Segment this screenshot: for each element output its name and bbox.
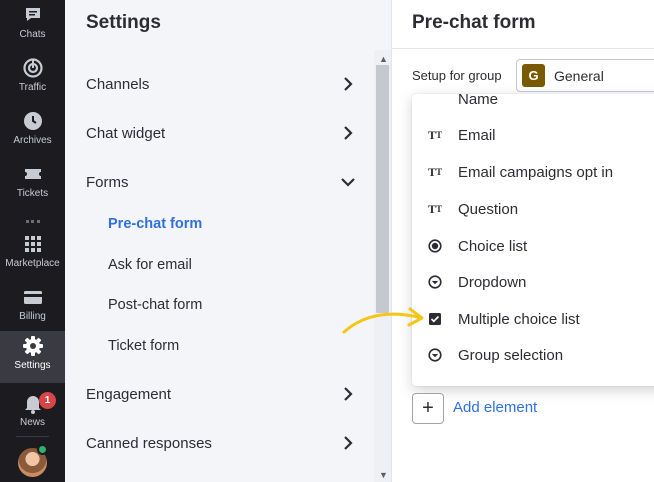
scroll-up-icon[interactable]: ▲ — [379, 54, 388, 64]
menu-label-email: Email — [458, 126, 496, 144]
rail-item-marketplace[interactable]: Marketplace — [0, 229, 65, 281]
menu-item-channels[interactable]: Channels — [86, 72, 356, 96]
chevron-right-icon — [340, 435, 356, 451]
clock-icon — [22, 110, 44, 132]
menu-label-canned-responses: Canned responses — [86, 434, 212, 452]
menu-item-canned-responses[interactable]: Canned responses — [86, 431, 356, 455]
rail-label-traffic: Traffic — [18, 82, 47, 93]
rail-item-tickets[interactable]: Tickets — [0, 159, 65, 211]
menu-label-group-selection: Group selection — [458, 346, 564, 364]
chevron-right-icon — [340, 76, 356, 92]
rail-item-traffic[interactable]: Traffic — [0, 53, 65, 105]
menu-item-choice-list[interactable]: Choice list — [412, 229, 654, 263]
text-type-icon: TT — [427, 201, 443, 216]
menu-label-forms: Forms — [86, 173, 129, 191]
group-chip: G — [522, 64, 545, 87]
menu-label-chat-widget: Chat widget — [86, 124, 166, 142]
ticket-icon — [22, 163, 44, 185]
menu-item-name[interactable]: Name — [412, 94, 654, 116]
page-title: Pre-chat form — [412, 12, 536, 33]
rail-item-chats[interactable]: Chats — [0, 0, 65, 52]
group-select[interactable]: G General — [516, 59, 654, 92]
settings-scrollbar[interactable]: ▲ ▼ — [374, 50, 391, 482]
submenu-ticket-form[interactable]: Ticket form — [108, 338, 179, 354]
rail-label-tickets: Tickets — [16, 188, 49, 199]
app-rail: Chats Traffic Archives Tickets Marketpla… — [0, 0, 65, 482]
menu-label-question: Question — [458, 200, 519, 218]
rail-item-archives[interactable]: Archives — [0, 106, 65, 158]
menu-label-email-campaigns: Email campaigns opt in — [458, 163, 614, 181]
annotation-arrow-icon — [342, 307, 424, 334]
chevron-down-icon — [340, 174, 356, 190]
rail-label-billing: Billing — [19, 311, 46, 322]
radio-icon — [426, 237, 444, 255]
rail-item-settings[interactable]: Settings — [0, 331, 65, 383]
chevron-right-icon — [340, 386, 356, 402]
grid-icon — [22, 233, 44, 255]
settings-panel: Settings Channels Chat widget Forms Pre-… — [65, 0, 392, 482]
rail-divider — [16, 436, 49, 437]
chevron-right-icon — [340, 125, 356, 141]
settings-title: Settings — [86, 12, 161, 33]
traffic-icon — [22, 57, 44, 79]
add-element-button[interactable]: + — [412, 393, 444, 424]
menu-label-name: Name — [458, 94, 499, 108]
group-name: General — [554, 67, 604, 84]
dropdown-circle-icon — [426, 273, 444, 291]
add-element-menu: Name TT Email TT Email campaigns opt in … — [412, 94, 654, 386]
rail-label-marketplace: Marketplace — [5, 258, 60, 269]
menu-item-dropdown[interactable]: Dropdown — [412, 265, 654, 299]
text-type-icon: TT — [427, 164, 443, 179]
rail-label-chats: Chats — [19, 29, 46, 40]
scroll-down-icon[interactable]: ▼ — [379, 470, 388, 480]
menu-item-engagement[interactable]: Engagement — [86, 382, 356, 406]
submenu-pre-chat-form[interactable]: Pre-chat form — [108, 216, 202, 232]
menu-item-email[interactable]: TT Email — [412, 118, 654, 152]
scroll-thumb[interactable] — [376, 65, 389, 313]
menu-item-question[interactable]: TT Question — [412, 192, 654, 226]
header-divider — [392, 48, 654, 49]
rail-label-archives: Archives — [13, 135, 52, 146]
rail-item-billing[interactable]: Billing — [0, 282, 65, 334]
rail-label-settings: Settings — [14, 360, 51, 371]
group-label: Setup for group — [412, 68, 502, 83]
menu-label-engagement: Engagement — [86, 385, 172, 403]
menu-label-dropdown: Dropdown — [458, 273, 527, 291]
rail-separator — [26, 220, 40, 223]
text-type-icon: TT — [427, 127, 443, 142]
menu-label-choice-list: Choice list — [458, 237, 528, 255]
menu-label-channels: Channels — [86, 75, 150, 93]
menu-item-email-campaigns[interactable]: TT Email campaigns opt in — [412, 155, 654, 189]
plus-icon: + — [422, 397, 434, 419]
rail-label-news: News — [19, 417, 45, 428]
chat-icon — [22, 4, 44, 26]
dropdown-circle-icon — [426, 346, 444, 364]
add-element-link[interactable]: Add element — [453, 399, 537, 416]
menu-label-multiple-choice: Multiple choice list — [458, 310, 580, 328]
menu-item-chat-widget[interactable]: Chat widget — [86, 121, 356, 145]
news-count-badge: 1 — [39, 392, 56, 409]
menu-item-group-selection[interactable]: Group selection — [412, 338, 654, 372]
user-status-dot — [37, 444, 48, 455]
rail-item-news[interactable]: News 1 — [0, 388, 65, 440]
submenu-post-chat-form[interactable]: Post-chat form — [108, 297, 202, 313]
card-icon — [22, 286, 44, 308]
menu-item-forms[interactable]: Forms — [86, 170, 356, 194]
menu-item-multiple-choice[interactable]: Multiple choice list — [412, 302, 654, 336]
gear-icon — [22, 335, 44, 357]
submenu-ask-for-email[interactable]: Ask for email — [108, 257, 192, 273]
